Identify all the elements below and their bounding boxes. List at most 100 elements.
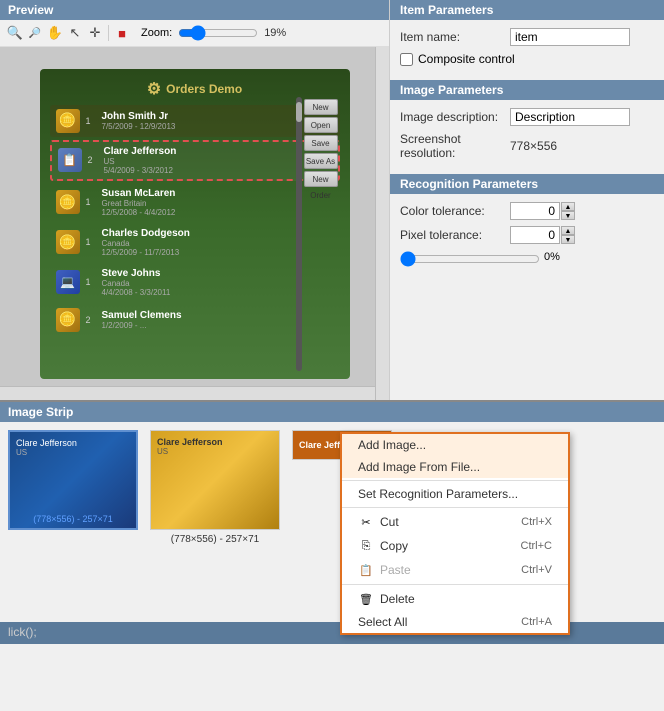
preview-scroll-horizontal[interactable] [0, 386, 375, 400]
strip-thumb-1-sub: US [16, 448, 27, 457]
tolerance-slider[interactable] [400, 254, 540, 264]
ctx-add-image-file[interactable]: Add Image From File... [342, 456, 568, 478]
item-doc-icon: 📋 [58, 148, 82, 172]
ctx-paste-label: Paste [380, 563, 411, 577]
pixel-tolerance-input[interactable] [510, 226, 560, 244]
item-coin-icon: 🪙 [56, 190, 80, 214]
item-num: 1 [86, 277, 98, 287]
item-coin-icon: 🪙 [56, 230, 80, 254]
bottom-section: Image Strip Clare Jefferson US (778×556)… [0, 400, 664, 711]
pixel-tolerance-label: Pixel tolerance: [400, 228, 510, 242]
ctx-set-recognition[interactable]: Set Recognition Parameters... [342, 483, 568, 505]
item-num: 1 [86, 237, 98, 247]
composite-row: Composite control [400, 52, 654, 66]
recognition-parameters-header: Recognition Parameters [390, 174, 664, 194]
item-num: 2 [86, 315, 98, 325]
item-coin-icon: 🪙 [56, 308, 80, 332]
ctx-add-image[interactable]: Add Image... [342, 434, 568, 456]
item-num: 2 [88, 155, 100, 165]
ctx-delete[interactable]: 🗑 Delete [342, 587, 568, 611]
app-scroll-thumb[interactable] [296, 102, 302, 122]
preview-toolbar: 🔍 🔎 ✋ ↖ ✛ ■ Zoom: 19% [0, 20, 389, 47]
pixel-tolerance-spinner-buttons: ▲ ▼ [561, 226, 575, 244]
color-tolerance-down[interactable]: ▼ [561, 211, 575, 220]
strip-thumb-1[interactable]: Clare Jefferson US (778×556) - 257×71 [8, 430, 138, 530]
code-text: lick(); [8, 625, 37, 639]
composite-checkbox[interactable] [400, 53, 413, 66]
pixel-tolerance-down[interactable]: ▼ [561, 235, 575, 244]
item-num: 1 [86, 116, 98, 126]
cut-icon: ✂ [358, 514, 374, 530]
ctx-select-all[interactable]: Select All Ctrl+A [342, 611, 568, 633]
delete-icon: 🗑 [358, 591, 374, 607]
ctx-select-all-shortcut: Ctrl+A [521, 616, 552, 628]
screenshot-res-label: Screenshot resolution: [400, 132, 510, 160]
paste-icon: 📋 [358, 562, 374, 578]
ctx-add-image-label: Add Image... [358, 438, 426, 452]
app-open-button[interactable]: Open [304, 117, 338, 133]
strip-item-1[interactable]: Clare Jefferson US (778×556) - 257×71 [8, 430, 138, 530]
app-new-button[interactable]: New [304, 99, 338, 115]
item-parameters-header: Item Parameters [390, 0, 664, 20]
item-parameters-section: Item name: Composite control [390, 20, 664, 80]
item-name-label: Item name: [400, 30, 510, 44]
ctx-cut-shortcut: Ctrl+X [521, 516, 552, 528]
strip-item-2[interactable]: Clare Jefferson US (778×556) - 257×71 [150, 430, 280, 545]
item-pc-icon: 💻 [56, 270, 80, 294]
ctx-copy[interactable]: ⎘ Copy Ctrl+C [342, 534, 568, 558]
app-saveas-button[interactable]: Save As [304, 153, 338, 169]
zoom-slider[interactable] [178, 26, 258, 40]
right-panel: Item Parameters Item name: Composite con… [390, 0, 664, 400]
zoom-percent: 19% [264, 27, 286, 39]
preview-content: ⚙ Orders Demo 🪙 1 John Smith Jr 7/5/2009… [0, 47, 389, 400]
ctx-cut[interactable]: ✂ Cut Ctrl+X [342, 510, 568, 534]
ctx-copy-shortcut: Ctrl+C [521, 540, 552, 552]
ctx-copy-label: Copy [380, 539, 408, 553]
preview-header: Preview [0, 0, 389, 20]
item-name-input[interactable] [510, 28, 630, 46]
color-tolerance-label: Color tolerance: [400, 204, 510, 218]
zoom-in-icon[interactable]: 🔎 [26, 24, 44, 42]
strip-thumb-2-sub: US [157, 447, 168, 456]
item-coin-icon: 🪙 [56, 109, 80, 133]
ctx-cut-label: Cut [380, 515, 399, 529]
strip-thumb-1-size: (778×556) - 257×71 [33, 514, 113, 524]
strip-item-2-size: (778×556) - 257×71 [171, 534, 259, 545]
color-tolerance-input[interactable] [510, 202, 560, 220]
strip-thumb-1-label: Clare Jefferson [16, 438, 77, 448]
context-menu: Add Image... Add Image From File... Set … [340, 432, 570, 635]
cursor-icon[interactable]: ↖ [66, 24, 84, 42]
color-tolerance-row: Color tolerance: ▲ ▼ [400, 202, 654, 220]
image-parameters-header: Image Parameters [390, 80, 664, 100]
ctx-set-recognition-label: Set Recognition Parameters... [358, 487, 518, 501]
image-strip-header: Image Strip [0, 402, 664, 422]
ctx-sep-2 [342, 507, 568, 508]
ctx-paste[interactable]: 📋 Paste Ctrl+V [342, 558, 568, 582]
app-neworder-button[interactable]: New Order [304, 171, 338, 187]
tolerance-slider-row: 0% [400, 250, 654, 264]
app-save-button[interactable]: Save [304, 135, 338, 151]
color-tolerance-spinner-buttons: ▲ ▼ [561, 202, 575, 220]
pixel-tolerance-row: Pixel tolerance: ▲ ▼ [400, 226, 654, 244]
pixel-tolerance-up[interactable]: ▲ [561, 226, 575, 235]
app-title: Orders Demo [166, 82, 242, 96]
ctx-delete-label: Delete [380, 592, 415, 606]
hand-icon[interactable]: ✋ [46, 24, 64, 42]
crosshair-icon[interactable]: ✛ [86, 24, 104, 42]
item-num: 1 [86, 197, 98, 207]
color-tolerance-spinner: ▲ ▼ [510, 202, 575, 220]
pixel-tolerance-spinner: ▲ ▼ [510, 226, 575, 244]
image-desc-input[interactable] [510, 108, 630, 126]
image-desc-row: Image description: [400, 108, 654, 126]
zoom-out-icon[interactable]: 🔍 [6, 24, 24, 42]
copy-icon: ⎘ [358, 538, 374, 554]
strip-thumb-2-label: Clare Jefferson [157, 437, 223, 447]
composite-label: Composite control [418, 52, 515, 66]
app-title-icon: ⚙ [147, 79, 161, 99]
stop-icon[interactable]: ■ [113, 24, 131, 42]
strip-thumb-2[interactable]: Clare Jefferson US [150, 430, 280, 530]
color-tolerance-up[interactable]: ▲ [561, 202, 575, 211]
tolerance-pct: 0% [544, 251, 560, 263]
preview-scroll-vertical[interactable] [375, 47, 389, 400]
app-scrollbar[interactable] [296, 97, 302, 371]
